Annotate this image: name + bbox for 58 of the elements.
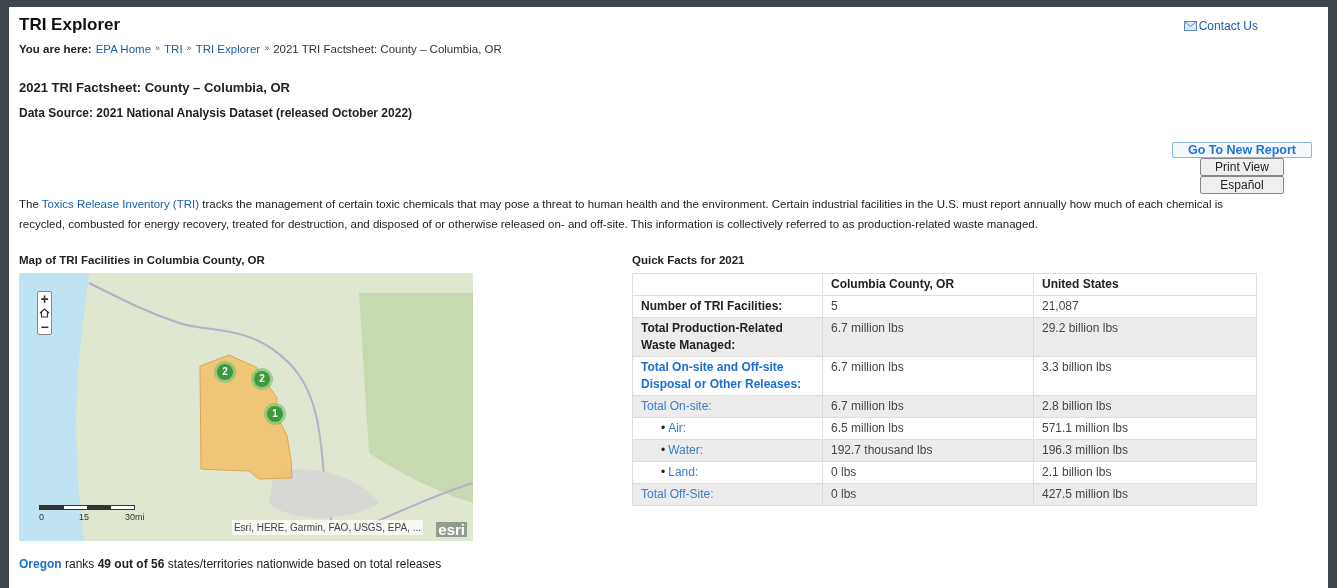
page-title: TRI Explorer <box>19 14 121 36</box>
row-label: Number of TRI Facilities: <box>641 298 783 313</box>
scale-label: 0 <box>39 510 44 524</box>
breadcrumb-separator: » <box>186 42 192 56</box>
breadcrumb-separator: » <box>264 42 270 56</box>
table-cell: 0 lbs <box>831 464 857 479</box>
bullet: • <box>661 441 666 459</box>
zoom-in-button[interactable]: + <box>38 291 51 306</box>
state-link[interactable]: Oregon <box>19 556 62 571</box>
table-cell: 2.8 billion lbs <box>1042 398 1112 413</box>
breadcrumb-link[interactable]: TRI Explorer <box>195 40 261 58</box>
row-link[interactable]: Air: <box>668 419 687 437</box>
table-cell: 6.7 million lbs <box>831 320 904 335</box>
table-cell: 29.2 billion lbs <box>1042 320 1119 335</box>
row-link[interactable]: Land: <box>668 463 699 481</box>
ranking-text: Oregon ranks 49 out of 56 states/territories nationwide based on total releases <box>19 555 443 573</box>
table-cell: 571.1 million lbs <box>1042 420 1129 435</box>
table-cell: 6.5 million lbs <box>831 420 904 435</box>
home-icon <box>39 307 50 318</box>
breadcrumb-current: 2021 TRI Factsheet: County – Columbia, OR <box>273 41 502 57</box>
bullet: • <box>661 419 666 437</box>
table-cell: 196.3 million lbs <box>1042 442 1129 457</box>
table-cell: 0 lbs <box>831 486 857 501</box>
table-cell: 427.5 million lbs <box>1042 486 1129 501</box>
bullet: • <box>661 463 666 481</box>
column-header: United States <box>1042 277 1119 291</box>
report-button[interactable]: Español <box>1200 176 1284 195</box>
cluster-marker[interactable]: 1 <box>267 405 283 422</box>
table-cell: 3.3 billion lbs <box>1042 359 1112 374</box>
breadcrumb-link[interactable]: TRI <box>164 40 183 58</box>
home-button[interactable] <box>38 305 51 320</box>
cluster-marker[interactable]: 2 <box>254 370 270 387</box>
table-cell: 6.7 million lbs <box>831 359 904 374</box>
tri-link[interactable]: Toxics Release Inventory (TRI) <box>41 198 200 211</box>
scale-label: 30mi <box>125 510 145 524</box>
table-cell: 6.7 million lbs <box>831 398 904 413</box>
breadcrumb-link[interactable]: EPA Home <box>95 40 152 58</box>
data-source: Data Source: 2021 National Analysis Dataset (released October 2022) <box>19 105 414 123</box>
zoom-out-button[interactable]: − <box>38 319 51 334</box>
quick-facts-title: Quick Facts for 2021 <box>632 253 746 269</box>
breadcrumb-label: You are here: <box>19 41 92 57</box>
column-header: Columbia County, OR <box>831 277 955 291</box>
report-button[interactable]: Print View <box>1200 158 1284 177</box>
cluster-marker[interactable]: 2 <box>217 363 233 380</box>
contact-link[interactable]: Contact Us <box>1183 14 1258 38</box>
row-link[interactable]: Water: <box>668 441 704 459</box>
map-title: Map of TRI Facilities in Columbia County, OR <box>19 253 266 269</box>
report-button[interactable]: Go To New Report <box>1172 142 1312 159</box>
breadcrumb-separator: » <box>155 42 161 56</box>
table-cell: 21,087 <box>1042 298 1079 313</box>
table-cell: 192.7 thousand lbs <box>831 442 933 457</box>
intro-text: The Toxics Release Inventory (TRI) tracks the management of certain toxic chemicals that may pose a threat to human health and the environment. Certain industrial facilities in the U.S. must report annually how much of each chemical is recycled, combusted for energy recovery, treated for destruction, and disposed of or otherwise released on- and off-site. This information is collectively referred to as production-related waste managed. <box>19 197 1225 233</box>
table-cell: 2.1 billion lbs <box>1042 464 1112 479</box>
scale-label: 15 <box>79 510 89 524</box>
row-label: Total Production-Related Waste Managed: <box>641 320 783 352</box>
table-cell: 5 <box>831 298 838 313</box>
factsheet-title: 2021 TRI Factsheet: County – Columbia, OR <box>19 78 291 97</box>
envelope-icon <box>1183 20 1197 31</box>
